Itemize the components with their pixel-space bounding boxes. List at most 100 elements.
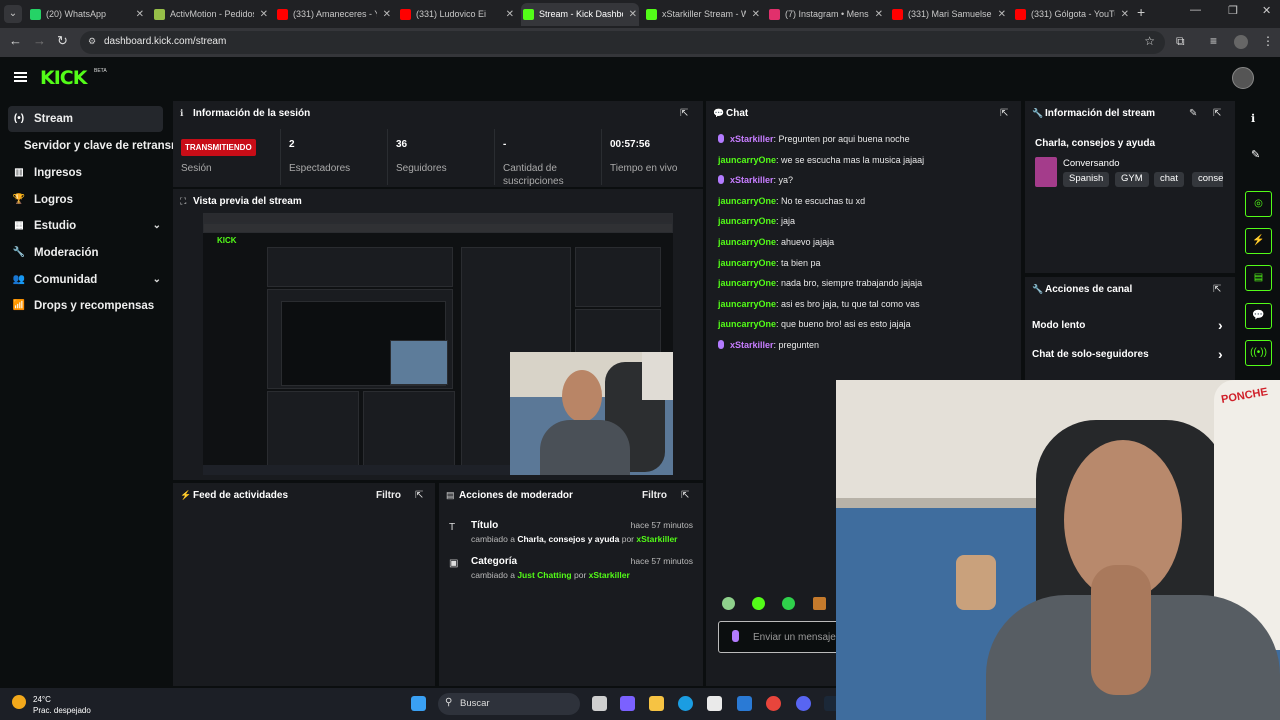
tag-chip[interactable]: chat xyxy=(1154,172,1184,187)
chrome-icon[interactable] xyxy=(766,696,781,711)
desc-user[interactable]: xStarkiller xyxy=(636,534,677,544)
filter-button[interactable]: Filtro xyxy=(376,490,401,501)
browser-tab[interactable]: xStarkiller Stream - W ✕ xyxy=(644,3,762,26)
popout-icon[interactable]: ⇱ xyxy=(681,490,689,501)
tab-close-icon[interactable]: ✕ xyxy=(260,3,268,26)
chat-username[interactable]: jauncarryOne xyxy=(718,155,776,165)
emote-icon[interactable] xyxy=(752,597,765,610)
extensions-icon[interactable]: ⧉ xyxy=(1176,34,1185,49)
forward-icon[interactable]: → xyxy=(33,33,46,48)
discord-icon[interactable] xyxy=(796,696,811,711)
browser-tab[interactable]: Stream - Kick Dashbo ✕ xyxy=(521,3,639,26)
mail-icon[interactable] xyxy=(737,696,752,711)
browser-tab[interactable]: (331) Gólgota - YouTu ✕ xyxy=(1013,3,1131,26)
studio-icon: ▦ xyxy=(14,220,24,231)
tab-close-icon[interactable]: ✕ xyxy=(1121,3,1129,26)
edge-icon[interactable] xyxy=(678,696,693,711)
tab-close-icon[interactable]: ✕ xyxy=(752,3,760,26)
tab-close-icon[interactable]: ✕ xyxy=(506,3,514,26)
browser-tab[interactable]: (7) Instagram • Mens ✕ xyxy=(767,3,885,26)
clipboard-icon[interactable]: ▤ xyxy=(1245,265,1272,291)
tab-search-icon[interactable]: ⌄ xyxy=(4,5,22,23)
tag-chip[interactable]: consejos xyxy=(1192,172,1223,187)
sidebar-item-comunidad[interactable]: 👥 Comunidad ⌄ xyxy=(8,267,163,293)
bookmark-star-icon[interactable]: ☆ xyxy=(1144,34,1155,48)
chat-username[interactable]: jauncarryOne xyxy=(718,196,776,206)
tab-close-icon[interactable]: ✕ xyxy=(875,3,883,26)
chat-username[interactable]: jauncarryOne xyxy=(718,258,776,268)
chat-username[interactable]: xStarkiller xyxy=(730,175,774,185)
menu-icon[interactable]: ⋮ xyxy=(1262,34,1274,48)
preview-kick-logo: KICK xyxy=(217,236,237,245)
media-icon[interactable]: ≡ xyxy=(1210,34,1217,48)
maximize-icon[interactable]: ❐ xyxy=(1228,4,1238,17)
broadcast-icon[interactable]: ((•)) xyxy=(1245,340,1272,366)
desc-user[interactable]: xStarkiller xyxy=(589,570,630,580)
close-window-icon[interactable]: ✕ xyxy=(1262,4,1271,17)
chat-username[interactable]: jauncarryOne xyxy=(718,237,776,247)
file-explorer-icon[interactable] xyxy=(649,696,664,711)
sidebar-item-ingresos[interactable]: ▥ Ingresos xyxy=(8,160,163,186)
sidebar-item-estudio[interactable]: ▦ Estudio ⌄ xyxy=(8,213,163,239)
popout-icon[interactable]: ⇱ xyxy=(1213,284,1221,295)
chat-username[interactable]: jauncarryOne xyxy=(718,299,776,309)
emote-icon[interactable] xyxy=(782,597,795,610)
weather-widget[interactable]: 24°C Prac. despejado xyxy=(33,694,91,716)
slow-mode-row[interactable]: Modo lento › xyxy=(1032,317,1232,333)
chat-bubble-icon[interactable]: 💬 xyxy=(1245,303,1272,329)
kick-logo[interactable]: KICK xyxy=(40,67,87,89)
lightning-icon[interactable]: ⚡ xyxy=(1245,228,1272,254)
popout-icon[interactable]: ⇱ xyxy=(680,108,688,119)
popout-icon[interactable]: ⇱ xyxy=(1213,108,1221,119)
sidebar-item-drops[interactable]: 📶 Drops y recompensas xyxy=(8,293,163,319)
search-icon: ⚲ xyxy=(445,697,453,708)
emote-icon[interactable] xyxy=(722,597,735,610)
edit-icon[interactable]: ✎ xyxy=(1189,108,1197,119)
copilot-icon[interactable] xyxy=(620,696,635,711)
edit-icon[interactable]: ✎ xyxy=(1251,148,1260,161)
task-view-icon[interactable] xyxy=(592,696,607,711)
tag-chip[interactable]: Spanish xyxy=(1063,172,1110,187)
tag-chip[interactable]: GYM xyxy=(1115,172,1149,187)
profile-avatar[interactable] xyxy=(1234,35,1248,49)
tab-close-icon[interactable]: ✕ xyxy=(629,3,637,26)
windows-start-icon[interactable] xyxy=(411,696,426,711)
popout-icon[interactable]: ⇱ xyxy=(415,490,423,501)
desc-value[interactable]: Just Chatting xyxy=(517,570,571,580)
address-bar[interactable]: ⚙ dashboard.kick.com/stream ☆ xyxy=(80,31,1165,54)
tab-close-icon[interactable]: ✕ xyxy=(383,3,391,26)
back-icon[interactable]: ← xyxy=(9,33,22,48)
chat-username[interactable]: jauncarryOne xyxy=(718,319,776,329)
store-icon[interactable] xyxy=(707,696,722,711)
new-tab-button[interactable]: + xyxy=(1137,4,1145,20)
stream-category[interactable]: Conversando xyxy=(1063,158,1120,169)
chat-username[interactable]: jauncarryOne xyxy=(718,216,776,226)
camera-icon[interactable]: ◎ xyxy=(1245,191,1272,217)
info-icon[interactable]: ℹ xyxy=(1251,112,1255,125)
minimize-icon[interactable]: — xyxy=(1190,4,1201,16)
popout-icon[interactable]: ⇱ xyxy=(1000,108,1008,119)
browser-tab[interactable]: (331) Amaneceres - Yo ✕ xyxy=(275,3,393,26)
chat-username[interactable]: xStarkiller xyxy=(730,340,774,350)
browser-tab[interactable]: (331) Mari Samuelsen ✕ xyxy=(890,3,1008,26)
followers-only-row[interactable]: Chat de solo-seguidores › xyxy=(1032,346,1232,362)
sidebar-item-stream[interactable]: (•) Stream xyxy=(8,106,163,132)
sidebar-item-moderacion[interactable]: 🔧 Moderación xyxy=(8,240,163,266)
chat-username[interactable]: jauncarryOne xyxy=(718,278,776,288)
hamburger-menu-icon[interactable] xyxy=(14,72,27,82)
filter-button[interactable]: Filtro xyxy=(642,490,667,501)
stream-preview-video[interactable]: KICK xyxy=(203,213,673,475)
browser-tab[interactable]: ActivMotion - Pedidos ✕ xyxy=(152,3,270,26)
site-info-icon[interactable]: ⚙ xyxy=(88,36,96,47)
sidebar-item-logros[interactable]: 🏆 Logros xyxy=(8,187,163,213)
user-avatar[interactable] xyxy=(1232,67,1254,89)
emote-icon[interactable] xyxy=(813,597,826,610)
tab-close-icon[interactable]: ✕ xyxy=(998,3,1006,26)
chat-username[interactable]: xStarkiller xyxy=(730,134,774,144)
browser-tab[interactable]: (331) Ludovico Ei ✕ xyxy=(398,3,516,26)
browser-tab[interactable]: (20) WhatsApp ✕ xyxy=(28,3,146,26)
sidebar-item-stream-key[interactable]: Servidor y clave de retransmisión xyxy=(8,133,173,159)
taskbar-search[interactable]: ⚲ Buscar xyxy=(438,693,580,715)
tab-close-icon[interactable]: ✕ xyxy=(136,3,144,26)
reload-icon[interactable]: ↻ xyxy=(57,33,68,49)
